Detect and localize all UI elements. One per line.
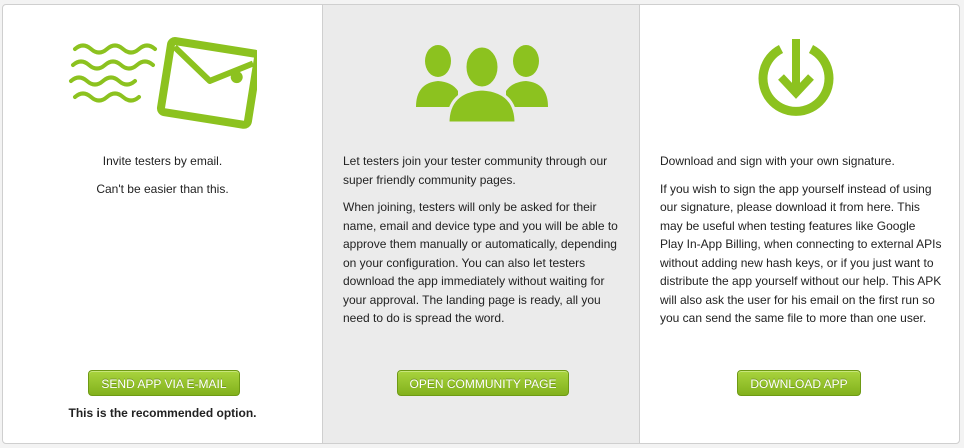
recommended-note: This is the recommended option. — [68, 406, 257, 420]
email-option-panel: Invite testers by email. Can't be easier… — [3, 5, 322, 443]
distribution-options: Invite testers by email. Can't be easier… — [2, 4, 960, 444]
community-option-panel: Let testers join your tester community t… — [322, 5, 640, 443]
community-option-paragraph-2: When joining, testers will only be asked… — [343, 200, 618, 325]
community-option-text: Let testers join your tester community t… — [343, 152, 625, 337]
download-option-text: Download and sign with your own signatur… — [660, 152, 942, 337]
download-option-paragraph-2: If you wish to sign the app yourself ins… — [660, 181, 942, 326]
community-option-paragraph-1: Let testers join your tester community t… — [343, 154, 608, 187]
email-option-paragraph-2: Can't be easier than this. — [96, 181, 229, 196]
open-community-page-button[interactable]: OPEN COMMUNITY PAGE — [397, 370, 569, 396]
send-app-via-email-button[interactable]: SEND APP VIA E-MAIL — [88, 370, 240, 396]
postcard-email-icon — [67, 35, 262, 140]
download-option-panel: Download and sign with your own signatur… — [640, 5, 959, 443]
download-circle-icon — [757, 39, 835, 128]
email-option-paragraph-1: Invite testers by email. — [102, 154, 223, 168]
community-group-icon — [416, 41, 548, 128]
email-option-text: Invite testers by email. Can't be easier… — [3, 152, 322, 207]
download-app-button[interactable]: DOWNLOAD APP — [737, 370, 861, 396]
download-option-paragraph-1: Download and sign with your own signatur… — [660, 154, 895, 168]
